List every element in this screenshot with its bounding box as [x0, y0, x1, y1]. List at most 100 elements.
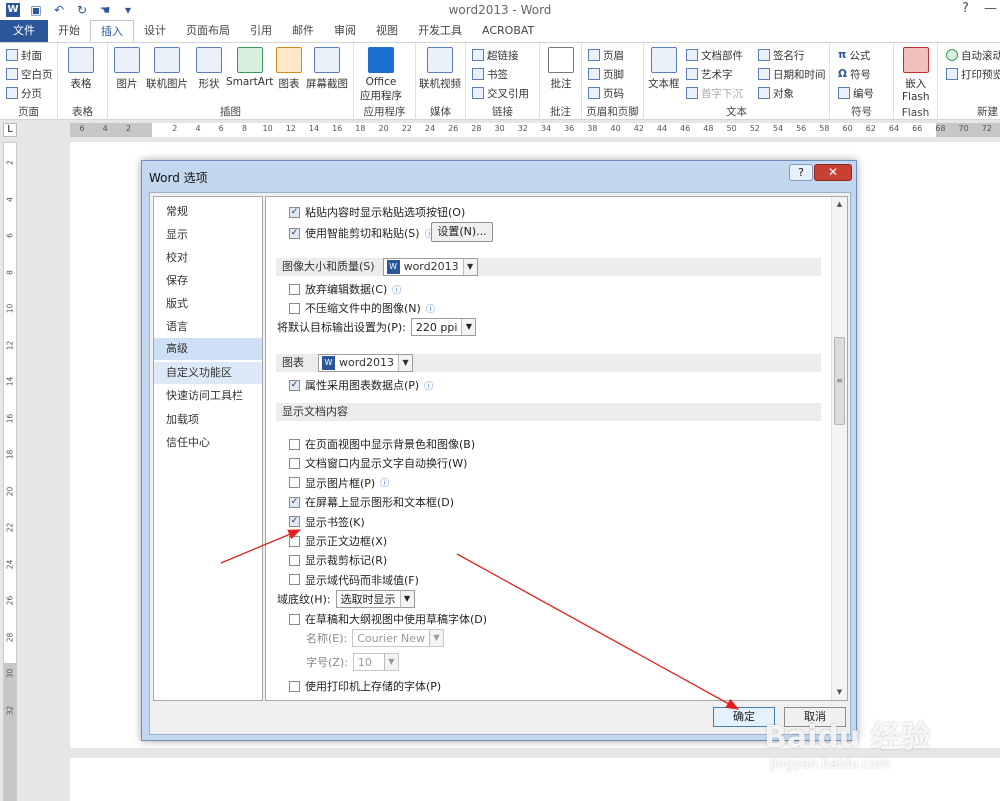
- display-option-row[interactable]: 显示裁剪标记(R): [289, 552, 387, 568]
- doc-parts-button[interactable]: 文档部件: [686, 46, 743, 64]
- horizontal-ruler[interactable]: 6 4 2 2 4 6 8 10 12 14 16 18 20 22 24 26 28 30 32 34 36 38 40 4…: [70, 123, 1000, 137]
- tab-acrobat[interactable]: ACROBAT: [472, 20, 544, 42]
- nav-item-trust-center[interactable]: 信任中心: [154, 432, 262, 454]
- smart-paste-settings-button[interactable]: 设置(N)...: [431, 222, 493, 242]
- hyperlink-button[interactable]: 超链接: [472, 46, 519, 64]
- checkbox[interactable]: [289, 477, 300, 489]
- online-video-button[interactable]: 联机视频: [419, 47, 461, 91]
- equation-button[interactable]: π 公式: [838, 46, 870, 64]
- picture-button[interactable]: 图片: [114, 47, 140, 91]
- tab-mailings[interactable]: 邮件: [282, 20, 324, 42]
- display-option-row[interactable]: 显示图片框(P) ⓘ: [289, 475, 389, 491]
- help-button[interactable]: ?: [962, 1, 969, 16]
- tab-review[interactable]: 审阅: [324, 20, 366, 42]
- page-break-button[interactable]: 分页: [6, 84, 42, 102]
- display-option-row[interactable]: 在页面视图中显示背景色和图像(B): [289, 436, 475, 452]
- tab-file[interactable]: 文件: [0, 20, 48, 42]
- nav-item-quick-access[interactable]: 快速访问工具栏: [154, 385, 262, 407]
- redo-icon[interactable]: ↻: [75, 3, 89, 17]
- option-row[interactable]: 不压缩文件中的图像(N) ⓘ: [289, 300, 435, 316]
- nav-item-customize-ribbon[interactable]: 自定义功能区: [154, 362, 262, 384]
- option-row[interactable]: 在草稿和大纲视图中使用草稿字体(D): [289, 611, 487, 627]
- comment-button[interactable]: 批注: [548, 47, 574, 91]
- object-button[interactable]: 对象: [758, 84, 794, 102]
- bookmark-button[interactable]: 书签: [472, 65, 508, 83]
- blank-page-button[interactable]: 空白页: [6, 65, 53, 83]
- field-shading-select[interactable]: 选取时显示 ▼: [335, 590, 415, 608]
- office-apps-button[interactable]: Office 应用程序: [360, 47, 402, 103]
- scroll-down-icon[interactable]: ▼: [832, 685, 847, 700]
- checkbox[interactable]: ✓: [289, 206, 300, 218]
- checkbox[interactable]: ✓: [289, 496, 300, 508]
- tab-selector[interactable]: L: [3, 123, 17, 137]
- screenshot-button[interactable]: 屏幕截图: [306, 47, 348, 91]
- tab-page-layout[interactable]: 页面布局: [176, 20, 240, 42]
- display-option-row[interactable]: 文档窗口内显示文字自动换行(W): [289, 455, 467, 471]
- auto-scroll-button[interactable]: 自动滚动: [946, 46, 1000, 64]
- checkbox[interactable]: ✓: [289, 227, 300, 239]
- option-row[interactable]: 放弃编辑数据(C) ⓘ: [289, 281, 401, 297]
- nav-item-advanced[interactable]: 高级: [154, 338, 262, 360]
- checkbox[interactable]: [289, 680, 300, 692]
- embed-flash-button[interactable]: 嵌入 Flash: [902, 47, 930, 103]
- touch-mode-icon[interactable]: ☚: [98, 3, 112, 17]
- numbering-button[interactable]: 编号: [838, 84, 874, 102]
- undo-icon[interactable]: ↶: [52, 3, 66, 17]
- checkbox[interactable]: [289, 438, 300, 450]
- dropcap-button[interactable]: 首字下沉: [686, 84, 743, 102]
- option-row[interactable]: 使用打印机上存储的字体(P): [289, 678, 441, 694]
- symbol-button[interactable]: Ω 符号: [838, 65, 871, 83]
- checkbox[interactable]: [289, 457, 300, 469]
- wordart-button[interactable]: 艺术字: [686, 65, 733, 83]
- date-time-button[interactable]: 日期和时间: [758, 65, 826, 83]
- cover-page-button[interactable]: 封面: [6, 46, 42, 64]
- textbox-button[interactable]: 文本框: [648, 47, 680, 91]
- checkbox[interactable]: ✓: [289, 379, 300, 391]
- nav-item-general[interactable]: 常规: [154, 201, 262, 223]
- display-option-row[interactable]: 显示域代码而非域值(F): [289, 572, 419, 588]
- tab-insert[interactable]: 插入: [90, 20, 134, 42]
- checkbox[interactable]: [289, 302, 300, 314]
- chart-button[interactable]: 图表: [276, 47, 302, 91]
- display-option-row[interactable]: 显示正文边框(X): [289, 533, 387, 549]
- option-row[interactable]: ✓ 属性采用图表数据点(P) ⓘ: [289, 377, 433, 393]
- nav-item-layout[interactable]: 版式: [154, 293, 262, 315]
- scroll-thumb[interactable]: ≡: [834, 337, 845, 425]
- option-row[interactable]: ✓ 粘贴内容时显示粘贴选项按钮(O): [289, 204, 465, 220]
- tab-developer[interactable]: 开发工具: [408, 20, 472, 42]
- dialog-help-button[interactable]: ?: [789, 164, 813, 181]
- display-option-row[interactable]: ✓ 显示书签(K): [289, 514, 365, 530]
- checkbox[interactable]: [289, 613, 300, 625]
- checkbox[interactable]: ✓: [289, 516, 300, 528]
- tab-view[interactable]: 视图: [366, 20, 408, 42]
- tab-home[interactable]: 开始: [48, 20, 90, 42]
- image-doc-select[interactable]: W word2013 ▼: [382, 258, 478, 276]
- table-button[interactable]: 表格: [68, 47, 94, 91]
- shapes-button[interactable]: 形状: [196, 47, 222, 91]
- online-picture-button[interactable]: 联机图片: [146, 47, 188, 91]
- scroll-up-icon[interactable]: ▲: [832, 197, 847, 212]
- options-scrollbar[interactable]: ▲ ≡ ▼: [831, 197, 847, 700]
- nav-item-proofing[interactable]: 校对: [154, 247, 262, 269]
- smartart-button[interactable]: SmartArt: [226, 47, 273, 88]
- dialog-close-button[interactable]: ✕: [814, 164, 852, 181]
- tab-references[interactable]: 引用: [240, 20, 282, 42]
- page-number-button[interactable]: 页码: [588, 84, 624, 102]
- tab-design[interactable]: 设计: [134, 20, 176, 42]
- nav-item-addins[interactable]: 加载项: [154, 409, 262, 431]
- nav-item-save[interactable]: 保存: [154, 270, 262, 292]
- option-row[interactable]: ✓ 使用智能剪切和粘贴(S) ⓘ: [289, 225, 434, 241]
- draft-font-size-select[interactable]: 10 ▼: [352, 653, 399, 671]
- nav-item-language[interactable]: 语言: [154, 316, 262, 338]
- minimize-button[interactable]: —: [984, 1, 997, 16]
- vertical-ruler[interactable]: 2 4 6 8 10 12 14 16 18 20 22 24 26 28 30 32: [3, 142, 17, 801]
- chart-doc-select[interactable]: W word2013 ▼: [318, 354, 414, 372]
- checkbox[interactable]: [289, 283, 300, 295]
- draft-font-name-select[interactable]: Courier New ▼: [352, 629, 444, 647]
- cross-reference-button[interactable]: 交叉引用: [472, 84, 529, 102]
- word-logo-icon[interactable]: W: [6, 3, 20, 17]
- header-button[interactable]: 页眉: [588, 46, 624, 64]
- nav-item-display[interactable]: 显示: [154, 224, 262, 246]
- checkbox[interactable]: [289, 554, 300, 566]
- checkbox[interactable]: [289, 535, 300, 547]
